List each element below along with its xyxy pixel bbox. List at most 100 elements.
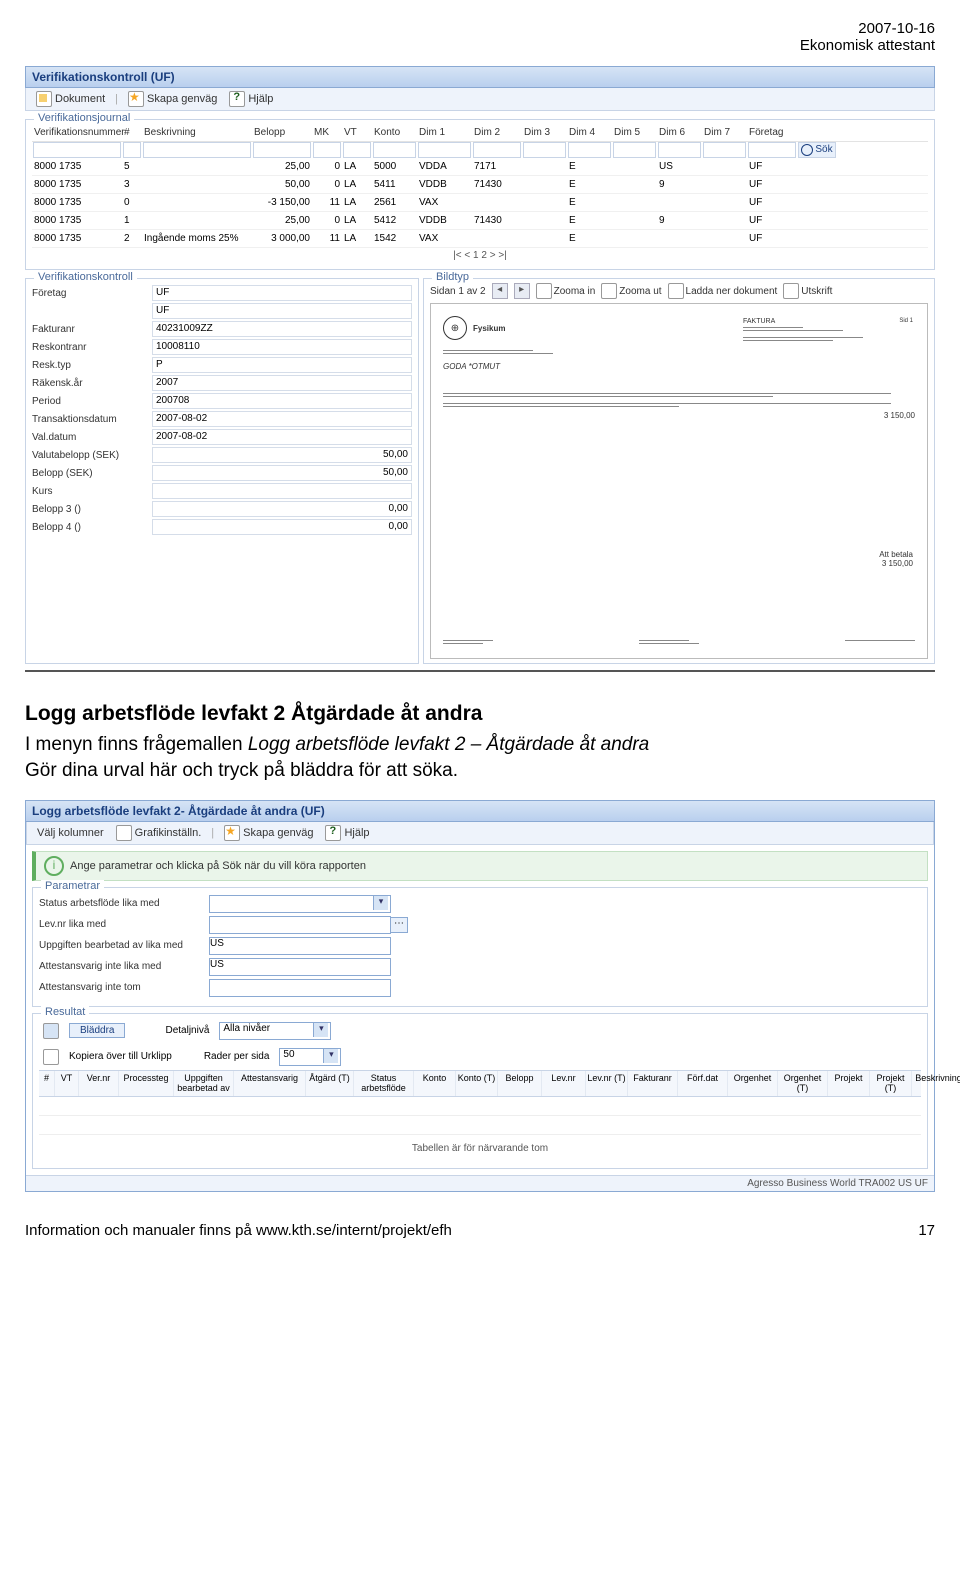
table-row[interactable]: 8000 1735525,000LA5000VDDA7171EUSUF	[32, 158, 928, 176]
param-input[interactable]	[209, 916, 391, 934]
field-value[interactable]: 2007-08-02	[152, 429, 412, 445]
filter-input[interactable]	[748, 142, 796, 158]
result-column-header: Processteg	[119, 1071, 174, 1097]
param-input[interactable]	[209, 895, 391, 913]
field-value[interactable]: 0,00	[152, 519, 412, 535]
result-column-header: Attestansvarig	[234, 1071, 306, 1097]
browse-icon	[43, 1023, 59, 1039]
filter-input[interactable]	[418, 142, 471, 158]
filter-input[interactable]	[568, 142, 611, 158]
att-betala-label: Att betala	[879, 550, 913, 559]
help-2[interactable]: Hjälp	[321, 824, 373, 842]
table-row[interactable]: 8000 1735350,000LA5411VDDB71430E9UF	[32, 176, 928, 194]
filter-input[interactable]	[613, 142, 656, 158]
field-value[interactable]: 2007-08-02	[152, 411, 412, 427]
field-row: Kurs	[32, 483, 412, 499]
detaljniva-select[interactable]: Alla nivåer	[219, 1022, 331, 1040]
param-label: Attestansvarig inte lika med	[39, 961, 209, 972]
left-legend: Verifikationskontroll	[34, 271, 137, 283]
toolbar-dokument[interactable]: Dokument	[32, 90, 109, 108]
params-legend: Parametrar	[41, 880, 104, 892]
rader-select[interactable]: 50	[279, 1048, 341, 1066]
result-column-header: Förf.dat	[678, 1071, 728, 1097]
parameters-panel: Parametrar Status arbetsflöde lika medLe…	[32, 887, 928, 1007]
field-value[interactable]: 50,00	[152, 465, 412, 481]
pager[interactable]: |< < 1 2 > >|	[32, 248, 928, 263]
toolbar-2: Välj kolumner Grafikinställn. | Skapa ge…	[26, 822, 934, 845]
param-input[interactable]: US	[209, 958, 391, 976]
param-input[interactable]	[209, 979, 391, 997]
body-heading-block: Logg arbetsflöde levfakt 2 Åtgärdade åt …	[25, 700, 935, 784]
result-column-header: Status arbetsflöde	[354, 1071, 414, 1097]
field-value[interactable]: 50,00	[152, 447, 412, 463]
param-label: Status arbetsflöde lika med	[39, 898, 209, 909]
zoom-out-button[interactable]: Zooma ut	[601, 283, 661, 299]
field-value[interactable]: 200708	[152, 393, 412, 409]
bladdra-button[interactable]: Bläddra	[69, 1023, 125, 1038]
result-column-header: Orgenhet (T)	[778, 1071, 828, 1097]
field-value[interactable]: 10008110	[152, 339, 412, 355]
filter-input[interactable]	[473, 142, 521, 158]
window-title-1: Verifikationskontroll (UF)	[25, 66, 935, 88]
skapa-genvag-2[interactable]: Skapa genväg	[220, 824, 317, 842]
field-value[interactable]: UF	[152, 285, 412, 301]
filter-input[interactable]	[313, 142, 341, 158]
filter-input[interactable]	[33, 142, 121, 158]
filter-input[interactable]	[143, 142, 251, 158]
filter-input[interactable]	[523, 142, 566, 158]
invoice-line-amount: 3 150,00	[443, 411, 915, 420]
copy-icon	[43, 1049, 59, 1065]
filter-input[interactable]	[703, 142, 746, 158]
param-label: Lev.nr lika med	[39, 919, 209, 930]
kopiera-button[interactable]: Kopiera över till Urklipp	[69, 1051, 172, 1062]
print-button[interactable]: Utskrift	[783, 283, 832, 299]
filter-input[interactable]	[123, 142, 141, 158]
detaljniva-label: Detaljnivå	[165, 1025, 209, 1036]
result-column-header: Konto	[414, 1071, 456, 1097]
valj-kolumner-button[interactable]: Välj kolumner	[33, 826, 108, 840]
field-value[interactable]: 2007	[152, 375, 412, 391]
field-value[interactable]: UF	[152, 303, 412, 319]
field-value[interactable]	[152, 483, 412, 499]
image-panel: Bildtyp Sidan 1 av 2 ◂ ▸ Zooma in Zooma …	[423, 278, 935, 664]
filter-input[interactable]	[343, 142, 371, 158]
param-row: Lev.nr lika med	[39, 916, 921, 934]
field-value[interactable]: 40231009ZZ	[152, 321, 412, 337]
param-row: Status arbetsflöde lika med	[39, 895, 921, 913]
header-role: Ekonomisk attestant	[25, 37, 935, 54]
filter-input[interactable]	[658, 142, 701, 158]
grafikinstalln-button[interactable]: Grafikinställn.	[112, 824, 206, 842]
column-header: VT	[342, 126, 372, 139]
next-page-button[interactable]: ▸	[514, 283, 530, 299]
param-row: Attestansvarig inte tom	[39, 979, 921, 997]
journal-legend: Verifikationsjournal	[34, 112, 134, 124]
column-header: Dim 4	[567, 126, 612, 139]
result-column-header: Uppgiften bearbetad av	[174, 1071, 234, 1097]
download-button[interactable]: Ladda ner dokument	[668, 283, 778, 299]
filter-input[interactable]	[253, 142, 311, 158]
filter-input[interactable]	[373, 142, 416, 158]
column-header: Dim 3	[522, 126, 567, 139]
param-input[interactable]: US	[209, 937, 391, 955]
column-header: Verifikationsnummer	[32, 126, 122, 139]
column-header: Dim 5	[612, 126, 657, 139]
table-row[interactable]: 8000 1735125,000LA5412VDDB71430E9UF	[32, 212, 928, 230]
zoom-in-button[interactable]: Zooma in	[536, 283, 596, 299]
journal-headers: Verifikationsnummer#BeskrivningBeloppMKV…	[32, 124, 928, 142]
field-row: Val.datum2007-08-02	[32, 429, 412, 445]
table-row[interactable]: 8000 17352Ingående moms 25%3 000,0011LA1…	[32, 230, 928, 248]
field-label: Val.datum	[32, 432, 152, 443]
prev-page-button[interactable]: ◂	[492, 283, 508, 299]
result-column-header: Orgenhet	[728, 1071, 778, 1097]
table-row[interactable]: 8000 17350-3 150,0011LA2561VAXEUF	[32, 194, 928, 212]
toolbar-skapa-genvag[interactable]: Skapa genväg	[124, 90, 221, 108]
header-date: 2007-10-16	[25, 20, 935, 37]
brand-text: GODA *OTMUT	[443, 362, 500, 371]
result-legend: Resultat	[41, 1006, 89, 1018]
field-label: Företag	[32, 288, 152, 299]
toolbar-help[interactable]: Hjälp	[225, 90, 277, 108]
field-value[interactable]: P	[152, 357, 412, 373]
field-value[interactable]: 0,00	[152, 501, 412, 517]
field-row: Resk.typP	[32, 357, 412, 373]
search-button[interactable]: Sök	[798, 142, 836, 158]
